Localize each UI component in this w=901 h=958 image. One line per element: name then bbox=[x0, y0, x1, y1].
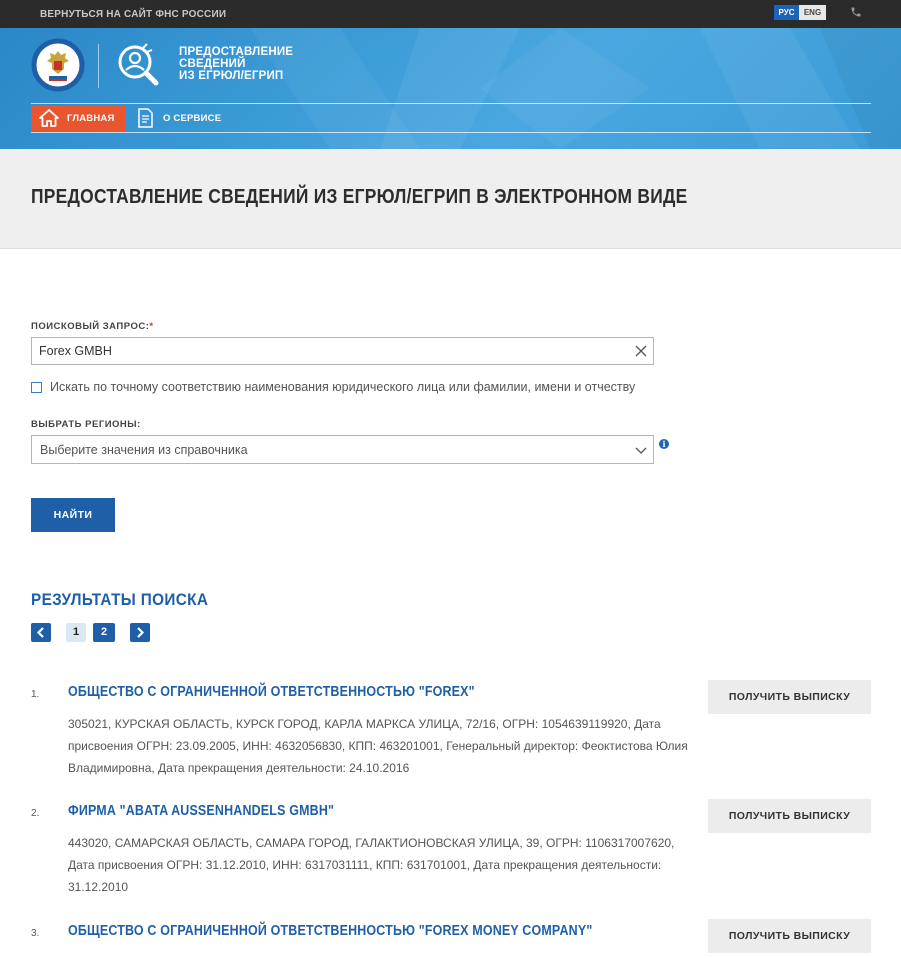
prev-page-button[interactable] bbox=[31, 623, 51, 642]
egrul-service-logo bbox=[118, 43, 159, 86]
page-title-band: ПРЕДОСТАВЛЕНИЕ СВЕДЕНИЙ ИЗ ЕГРЮЛ/ЕГРИП В… bbox=[0, 149, 901, 249]
phone-icon[interactable] bbox=[850, 6, 862, 18]
nav-about-tab[interactable]: О СЕРВИСЕ bbox=[125, 105, 221, 131]
top-bar: ВЕРНУТЬСЯ НА САЙТ ФНС РОССИИ РУС ENG bbox=[0, 0, 901, 28]
regions-select[interactable]: Выберите значения из справочника bbox=[31, 435, 654, 464]
service-title: ПРЕДОСТАВЛЕНИЕ СВЕДЕНИЙ ИЗ ЕГРЮЛ/ЕГРИП bbox=[179, 46, 294, 82]
fns-emblem-logo[interactable] bbox=[31, 38, 85, 92]
get-extract-button[interactable]: ПОЛУЧИТЬ ВЫПИСКУ bbox=[708, 799, 871, 833]
language-switch: РУС ENG bbox=[774, 5, 826, 20]
required-asterisk: * bbox=[149, 321, 154, 332]
regions-label: ВЫБРАТЬ РЕГИОНЫ: bbox=[31, 419, 141, 430]
result-name-link[interactable]: ОБЩЕСТВО С ОГРАНИЧЕННОЙ ОТВЕТСТВЕННОСТЬЮ… bbox=[68, 923, 592, 939]
get-extract-button[interactable]: ПОЛУЧИТЬ ВЫПИСКУ bbox=[708, 680, 871, 714]
page-2-button[interactable]: 2 bbox=[93, 623, 115, 642]
result-name-link[interactable]: ФИРМА "ABATA AUSSENHANDELS GMBH" bbox=[68, 803, 334, 819]
home-icon bbox=[39, 109, 59, 127]
main-nav: ГЛАВНАЯ О СЕРВИСЕ bbox=[31, 105, 221, 131]
query-label: ПОИСКОВЫЙ ЗАПРОС:* bbox=[31, 321, 154, 332]
result-details: 305021, КУРСКАЯ ОБЛАСТЬ, КУРСК ГОРОД, КА… bbox=[68, 717, 688, 775]
nav-home-label: ГЛАВНАЯ bbox=[67, 112, 115, 124]
nav-about-label: О СЕРВИСЕ bbox=[163, 112, 222, 124]
site-header: ПРЕДОСТАВЛЕНИЕ СВЕДЕНИЙ ИЗ ЕГРЮЛ/ЕГРИП Г… bbox=[0, 28, 901, 149]
page-1-button[interactable]: 1 bbox=[66, 623, 86, 642]
clear-icon[interactable] bbox=[635, 345, 647, 357]
nav-divider-bottom bbox=[31, 132, 871, 133]
search-input[interactable] bbox=[32, 338, 622, 364]
find-button[interactable]: НАЙТИ bbox=[31, 498, 115, 532]
result-number: 3. bbox=[31, 928, 40, 939]
back-to-fns-link[interactable]: ВЕРНУТЬСЯ НА САЙТ ФНС РОССИИ bbox=[40, 9, 226, 20]
nav-divider-top bbox=[31, 103, 871, 104]
results-title: РЕЗУЛЬТАТЫ ПОИСКА bbox=[31, 590, 209, 609]
nav-home-tab[interactable]: ГЛАВНАЯ bbox=[31, 105, 125, 131]
chevron-right-icon bbox=[137, 627, 145, 638]
chevron-down-icon bbox=[635, 447, 647, 454]
lang-ru-button[interactable]: РУС bbox=[774, 5, 799, 20]
result-number: 1. bbox=[31, 689, 40, 700]
logo-separator bbox=[98, 44, 99, 88]
get-extract-button[interactable]: ПОЛУЧИТЬ ВЫПИСКУ bbox=[708, 919, 871, 953]
result-number: 2. bbox=[31, 808, 40, 819]
next-page-button[interactable] bbox=[130, 623, 150, 642]
lang-en-button[interactable]: ENG bbox=[799, 5, 826, 20]
result-details: 443020, САМАРСКАЯ ОБЛАСТЬ, САМАРА ГОРОД,… bbox=[68, 836, 675, 894]
info-icon[interactable]: i bbox=[659, 439, 669, 449]
search-query-field bbox=[31, 337, 654, 365]
exact-match-label[interactable]: Искать по точному соответствию наименова… bbox=[50, 380, 635, 394]
regions-placeholder: Выберите значения из справочника bbox=[40, 443, 248, 457]
exact-match-checkbox[interactable] bbox=[31, 381, 42, 393]
exact-match-row: Искать по точному соответствию наименова… bbox=[31, 380, 635, 394]
page-title: ПРЕДОСТАВЛЕНИЕ СВЕДЕНИЙ ИЗ ЕГРЮЛ/ЕГРИП В… bbox=[31, 186, 688, 208]
result-name-link[interactable]: ОБЩЕСТВО С ОГРАНИЧЕННОЙ ОТВЕТСТВЕННОСТЬЮ… bbox=[68, 684, 475, 700]
chevron-left-icon bbox=[36, 627, 44, 638]
document-icon bbox=[138, 108, 153, 128]
